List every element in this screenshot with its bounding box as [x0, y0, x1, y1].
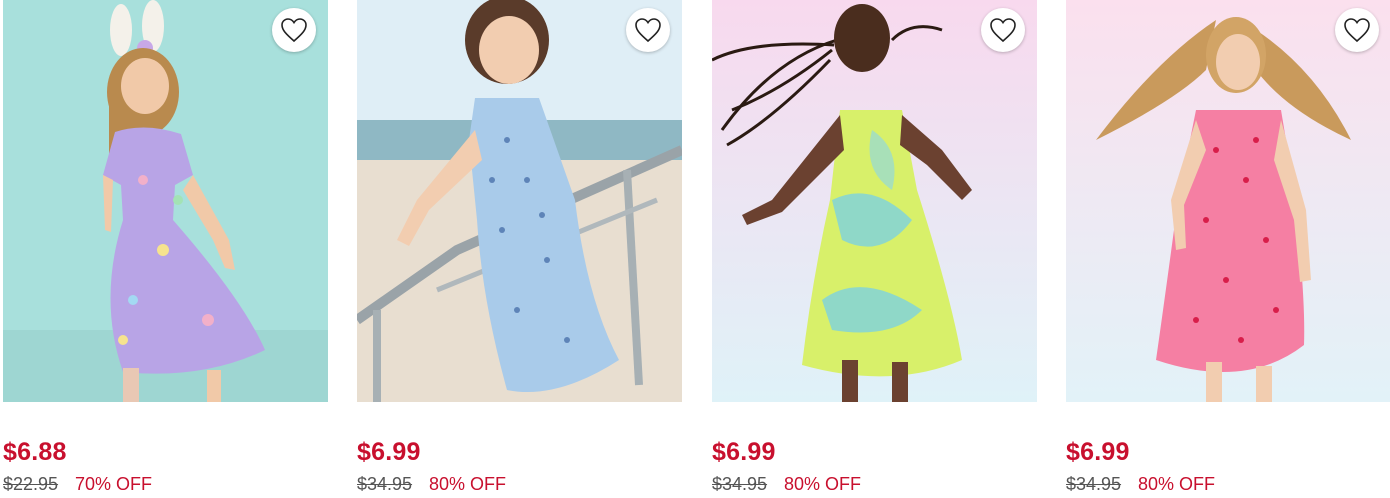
- product-image[interactable]: [357, 0, 682, 402]
- heart-outline-icon: [1344, 18, 1370, 43]
- sale-price: $6.88: [3, 438, 67, 466]
- original-price: $34.95: [357, 474, 413, 494]
- product-grid: $6.88 $22.95 70% OFF $6.99 $34.95 80% OF…: [0, 0, 1390, 498]
- wishlist-button[interactable]: [1335, 8, 1379, 52]
- discount-label: 80% OFF: [429, 474, 507, 494]
- discount-label: 80% OFF: [784, 474, 862, 494]
- original-price: $34.95: [1066, 474, 1122, 494]
- sale-price: $6.99: [1066, 438, 1130, 466]
- product-card[interactable]: $6.99 $34.95 80% OFF: [357, 0, 682, 498]
- product-image[interactable]: [1066, 0, 1390, 402]
- product-card[interactable]: $6.99 $34.95 80% OFF: [712, 0, 1037, 498]
- discount-label: 80% OFF: [1138, 474, 1216, 494]
- wishlist-button[interactable]: [272, 8, 316, 52]
- wishlist-button[interactable]: [626, 8, 670, 52]
- heart-outline-icon: [990, 18, 1016, 43]
- product-image[interactable]: [712, 0, 1037, 402]
- original-price: $22.95: [3, 474, 59, 494]
- discount-label: 70% OFF: [75, 474, 153, 494]
- product-card[interactable]: $6.88 $22.95 70% OFF: [3, 0, 328, 498]
- heart-outline-icon: [635, 18, 661, 43]
- heart-outline-icon: [281, 18, 307, 43]
- sale-price: $6.99: [712, 438, 776, 466]
- sale-price: $6.99: [357, 438, 421, 466]
- product-card[interactable]: $6.99 $34.95 80% OFF: [1066, 0, 1390, 498]
- original-price: $34.95: [712, 474, 768, 494]
- wishlist-button[interactable]: [981, 8, 1025, 52]
- product-image[interactable]: [3, 0, 328, 402]
